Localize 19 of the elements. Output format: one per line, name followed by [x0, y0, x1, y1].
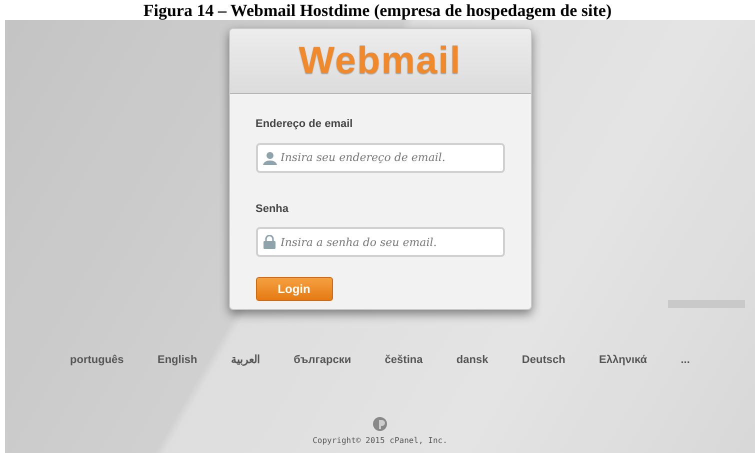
language-link[interactable]: português: [70, 352, 124, 368]
field-label: Senha: [256, 202, 290, 216]
language-link[interactable]: Deutsch: [522, 352, 566, 368]
figure-caption: Figura 14 – Webmail Hostdime (empresa de hospedagem de site): [143, 2, 612, 18]
logo-text: Webmail: [298, 42, 462, 80]
language-link[interactable]: dansk: [456, 352, 488, 368]
language-link[interactable]: ...: [680, 352, 690, 368]
language-link[interactable]: العربية: [230, 352, 260, 368]
email-field[interactable]: Insira seu endereço de email.: [256, 142, 504, 172]
language-link[interactable]: Ελληνικά: [599, 352, 648, 368]
cpanel-logo-icon: [373, 416, 387, 430]
password-field[interactable]: Insira a senha do seu email.: [256, 227, 504, 257]
lock-icon: [262, 235, 276, 249]
language-link[interactable]: български: [294, 352, 352, 368]
copyright-text: Copyright© 2015 cPanel, Inc.: [312, 434, 448, 446]
person-icon: [262, 150, 276, 164]
language-link[interactable]: English: [157, 352, 198, 368]
language-link[interactable]: čeština: [384, 352, 423, 368]
field-label: Endereço de email: [256, 117, 354, 132]
